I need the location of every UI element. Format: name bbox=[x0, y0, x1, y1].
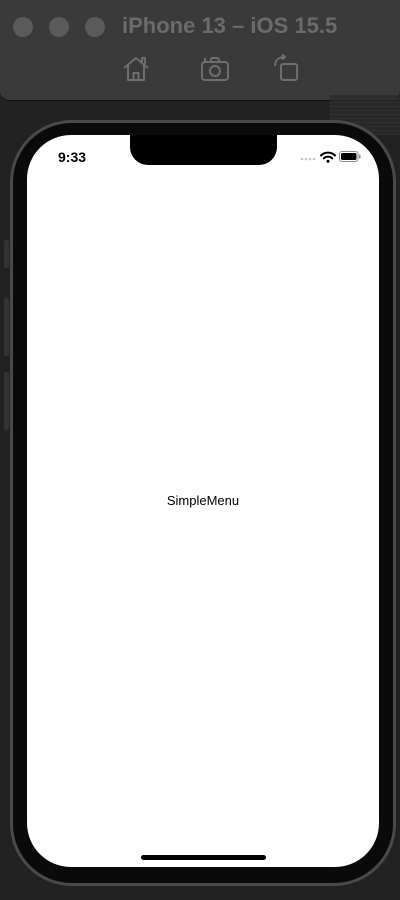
simulator-window: iPhone 13 – iOS 15.5 9:33 SimpleMenu bbox=[0, 0, 400, 900]
iphone-screen[interactable]: 9:33 SimpleMenu bbox=[27, 135, 379, 867]
device-notch bbox=[130, 135, 277, 165]
home-indicator[interactable] bbox=[141, 855, 266, 860]
camera-icon[interactable] bbox=[200, 54, 230, 84]
simulator-title: iPhone 13 – iOS 15.5 bbox=[122, 13, 338, 38]
volume-up-button bbox=[4, 298, 9, 356]
volume-down-button bbox=[4, 372, 9, 430]
rotate-icon[interactable] bbox=[272, 53, 302, 84]
app-content-label: SimpleMenu bbox=[166, 493, 240, 508]
mute-switch bbox=[4, 240, 9, 268]
zoom-window-button[interactable] bbox=[85, 17, 105, 37]
close-window-button[interactable] bbox=[13, 17, 33, 37]
battery-icon bbox=[339, 151, 361, 162]
wifi-icon bbox=[320, 151, 336, 163]
home-icon[interactable] bbox=[121, 54, 151, 84]
simulator-titlebar: iPhone 13 – iOS 15.5 bbox=[0, 0, 400, 101]
status-bar-time: 9:33 bbox=[58, 149, 87, 165]
minimize-window-button[interactable] bbox=[49, 17, 69, 37]
cellular-signal-icon bbox=[300, 157, 316, 161]
